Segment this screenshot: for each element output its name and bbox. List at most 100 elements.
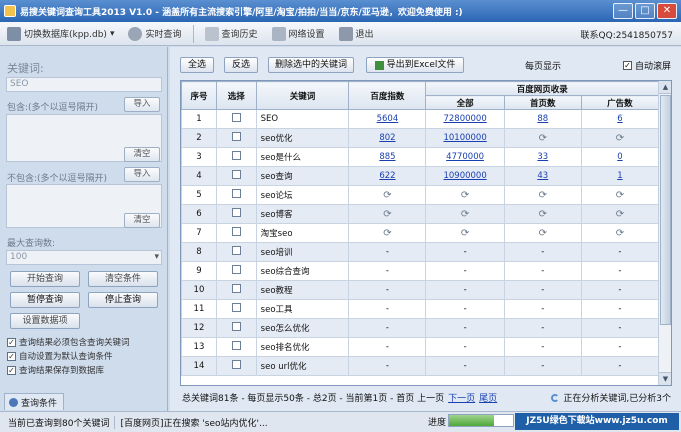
table-row[interactable]: 6 seo博客 ⟳ ⟳ ⟳ ⟳ (181, 204, 660, 224)
exclude-clear-button[interactable]: 清空 (124, 213, 160, 228)
value-link[interactable]: 43 (537, 171, 548, 181)
autoscroll-checkbox[interactable]: ✓ 自动滚屏 (623, 59, 671, 72)
minimize-button[interactable]: — (613, 3, 633, 19)
table-row[interactable]: 7 淘宝seo ⟳ ⟳ ⟳ ⟳ (181, 223, 660, 243)
row-checkbox[interactable] (231, 132, 241, 141)
col-ads[interactable]: 广告数 (580, 95, 660, 110)
value-link[interactable]: 4770000 (446, 152, 484, 162)
table-row[interactable]: 2 seo优化 802 10100000 ⟳ ⟳ (181, 128, 660, 148)
row-checkbox[interactable] (231, 189, 241, 198)
max-query-value: 100 (10, 252, 28, 262)
value-link[interactable]: 622 (379, 171, 395, 181)
table-row[interactable]: 12 seo怎么优化 - - - - (181, 318, 660, 338)
row-checkbox[interactable] (231, 284, 241, 293)
value-link[interactable]: 5604 (377, 114, 399, 124)
invert-selection-button[interactable]: 反选 (224, 57, 258, 73)
pause-query-button[interactable]: 暂停查询 (10, 292, 80, 308)
col-all[interactable]: 全部 (425, 95, 505, 110)
row-checkbox[interactable] (231, 113, 241, 122)
col-no[interactable]: 序号 (181, 81, 217, 110)
value-link[interactable]: 1 (617, 171, 622, 181)
table-row[interactable]: 1 SEO 5604 72800000 88 6 (181, 109, 660, 129)
results-panel: 全选 反选 删除选中的关键词 导出到Excel文件 每页显示 ✓ 自动滚屏 序号… (170, 47, 681, 411)
cell-no: 8 (181, 242, 217, 262)
table-row[interactable]: 9 seo综合查询 - - - - (181, 261, 660, 281)
value-link[interactable]: 72800000 (443, 114, 486, 124)
select-all-button[interactable]: 全选 (180, 57, 214, 73)
query-history-button[interactable]: 查询历史 (202, 24, 261, 44)
toolbar: 切换数据库(kpp.db) ▾ 实时查询 查询历史 网络设置 退出 联系QQ:2… (0, 22, 681, 46)
loading-icon: ⟳ (538, 208, 547, 220)
row-checkbox[interactable] (231, 322, 241, 331)
table-row[interactable]: 10 seo教程 - - - - (181, 280, 660, 300)
table-row[interactable]: 4 seo查询 622 10900000 43 1 (181, 166, 660, 186)
value-link[interactable]: 10100000 (443, 133, 486, 143)
row-select-cell (215, 242, 257, 262)
cell-text: 9 (196, 266, 202, 276)
option-must-contain[interactable]: ✓ 查询结果必须包含查询关键词 (7, 336, 130, 348)
tab-query-conditions[interactable]: 查询条件 (4, 393, 64, 410)
option-save-to-db[interactable]: ✓ 查询结果保存到数据库 (7, 364, 104, 376)
col-keyword[interactable]: 关键词 (255, 81, 350, 110)
table-row[interactable]: 8 seo培训 - - - - (181, 242, 660, 262)
table-row[interactable]: 11 seo工具 - - - - (181, 299, 660, 319)
row-checkbox[interactable] (231, 170, 241, 179)
export-excel-button[interactable]: 导出到Excel文件 (366, 57, 464, 73)
table-row[interactable]: 13 seo排名优化 - - - - (181, 337, 660, 357)
row-checkbox[interactable] (231, 227, 241, 236)
cell-kw: seo优化 (255, 128, 350, 148)
network-settings-button[interactable]: 网络设置 (269, 24, 328, 44)
col-baidu-index[interactable]: 百度指数 (348, 81, 427, 110)
value-link[interactable]: 6 (617, 114, 622, 124)
switch-db-button[interactable]: 切换数据库(kpp.db) ▾ (4, 24, 117, 44)
row-checkbox[interactable] (231, 151, 241, 160)
cell-text: seo工具 (260, 305, 293, 315)
row-checkbox[interactable] (231, 303, 241, 312)
keyword-input[interactable]: SEO (6, 77, 162, 92)
cell-no: 1 (181, 109, 217, 129)
scroll-up-icon[interactable]: ▲ (659, 81, 671, 94)
value-link[interactable]: 802 (379, 133, 395, 143)
table-row[interactable]: 3 seo是什么 885 4770000 33 0 (181, 147, 660, 167)
include-clear-button[interactable]: 清空 (124, 147, 160, 162)
include-import-button[interactable]: 导入 (124, 97, 160, 112)
delete-selected-button[interactable]: 删除选中的关键词 (268, 57, 354, 73)
row-checkbox[interactable] (231, 265, 241, 274)
realtime-query-button[interactable]: 实时查询 (125, 24, 184, 44)
close-button[interactable]: ✕ (657, 3, 677, 19)
app-icon (4, 5, 16, 17)
next-page-link[interactable]: 下一页 (448, 391, 475, 404)
maximize-button[interactable]: □ (635, 3, 655, 19)
loading-icon: ⟳ (460, 208, 470, 220)
clear-conditions-button[interactable]: 清空条件 (88, 271, 158, 287)
exclude-import-button[interactable]: 导入 (124, 167, 160, 182)
table-row[interactable]: 5 seo论坛 ⟳ ⟳ ⟳ ⟳ (181, 185, 660, 205)
value-link[interactable]: 0 (617, 152, 622, 162)
scroll-down-icon[interactable]: ▼ (659, 372, 671, 385)
exit-button[interactable]: 退出 (336, 24, 377, 44)
table-row[interactable]: 14 seo url优化 - - - - (181, 356, 660, 376)
value-link[interactable]: 885 (379, 152, 395, 162)
value-link[interactable]: 10900000 (443, 171, 486, 181)
option-default-condition[interactable]: ✓ 自动设置为默认查询条件 (7, 350, 113, 362)
start-query-button[interactable]: 开始查询 (10, 271, 80, 287)
last-page-link[interactable]: 尾页 (479, 391, 497, 404)
cell-no: 10 (181, 280, 217, 300)
row-select-cell (215, 356, 257, 376)
row-checkbox[interactable] (231, 341, 241, 350)
cell-idx: 622 (348, 166, 427, 186)
set-data-items-button[interactable]: 设置数据项 (10, 313, 80, 329)
value-link[interactable]: 33 (537, 152, 548, 162)
max-query-select[interactable]: 100 ▾ (6, 250, 162, 265)
row-checkbox[interactable] (231, 360, 241, 369)
cell-text: - (618, 285, 622, 295)
col-select[interactable]: 选择 (215, 81, 257, 110)
row-select-cell (215, 109, 257, 129)
table-scrollbar[interactable]: ▲ ▼ (658, 81, 671, 385)
row-checkbox[interactable] (231, 208, 241, 217)
col-home[interactable]: 首页数 (503, 95, 582, 110)
row-checkbox[interactable] (231, 246, 241, 255)
stop-query-button[interactable]: 停止查询 (88, 292, 158, 308)
value-link[interactable]: 88 (537, 114, 548, 124)
scroll-thumb[interactable] (660, 95, 671, 325)
